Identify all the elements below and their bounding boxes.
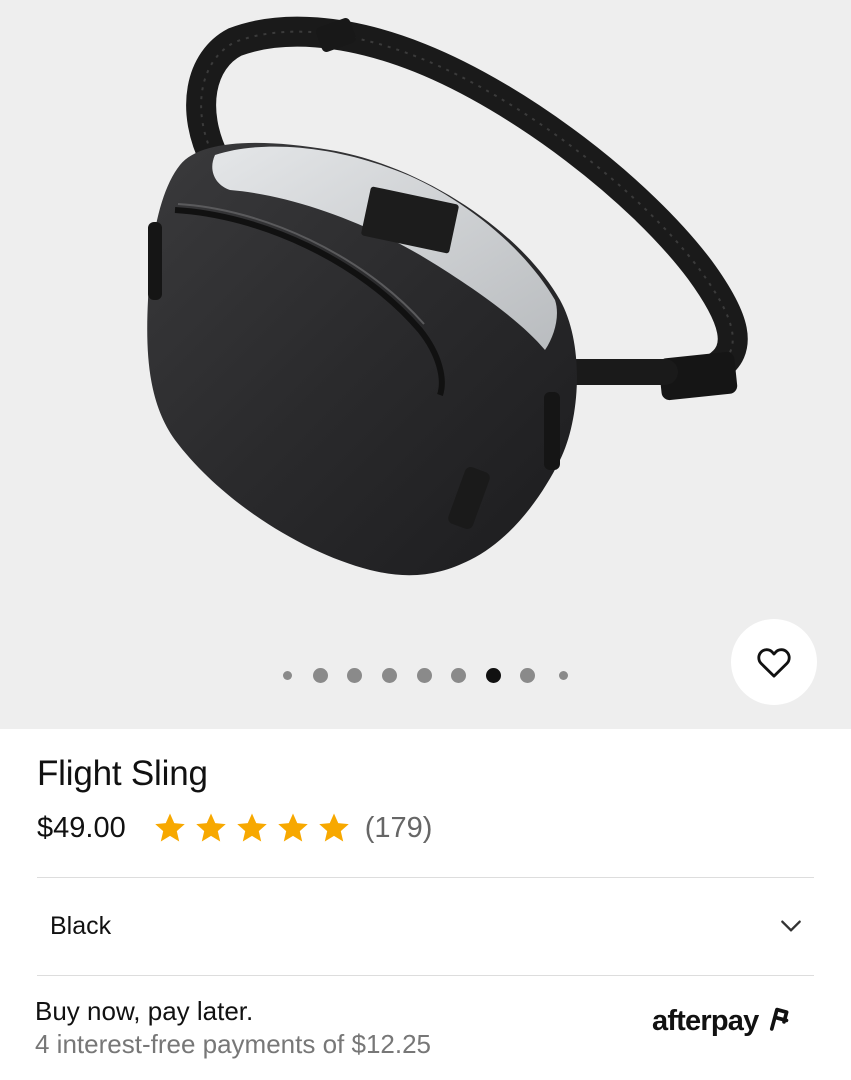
- add-to-wishlist-button[interactable]: [731, 619, 817, 705]
- image-pagination-dots[interactable]: [0, 665, 851, 685]
- pagination-dot[interactable]: [451, 668, 466, 683]
- pay-later-info: Buy now, pay later. 4 interest-free paym…: [35, 995, 431, 1061]
- pagination-dot-active[interactable]: [486, 668, 501, 683]
- color-variant-select[interactable]: Black: [37, 878, 814, 974]
- star-icon: [154, 813, 185, 842]
- divider: [37, 975, 814, 976]
- pagination-dot[interactable]: [417, 668, 432, 683]
- review-count-link[interactable]: (179): [365, 812, 433, 845]
- selected-variant-label: Black: [50, 911, 112, 940]
- afterpay-wordmark: afterpay: [652, 1004, 759, 1037]
- pagination-dot[interactable]: [313, 668, 328, 683]
- product-image-gallery[interactable]: [0, 0, 851, 729]
- pagination-dot[interactable]: [382, 668, 397, 683]
- pay-later-headline: Buy now, pay later.: [35, 996, 254, 1026]
- product-price: $49.00: [37, 811, 126, 844]
- pagination-dot[interactable]: [347, 668, 362, 683]
- star-icon: [236, 813, 267, 842]
- heart-outline-icon: [757, 648, 791, 678]
- product-image: [147, 16, 748, 576]
- pagination-dot[interactable]: [520, 668, 535, 683]
- star-icon: [277, 813, 308, 842]
- chevron-down-icon: [781, 920, 801, 932]
- pagination-dot[interactable]: [283, 671, 292, 680]
- product-title: Flight Sling: [37, 754, 208, 793]
- star-rating[interactable]: [152, 811, 357, 845]
- star-icon: [318, 813, 349, 842]
- pagination-dot[interactable]: [559, 671, 568, 680]
- afterpay-arrows-icon: [770, 1007, 789, 1031]
- star-icon: [195, 813, 226, 842]
- price-rating-row: $49.00 (179): [37, 808, 432, 848]
- installment-details: 4 interest-free payments of $12.25: [35, 1029, 432, 1059]
- afterpay-logo[interactable]: afterpay: [652, 1004, 795, 1038]
